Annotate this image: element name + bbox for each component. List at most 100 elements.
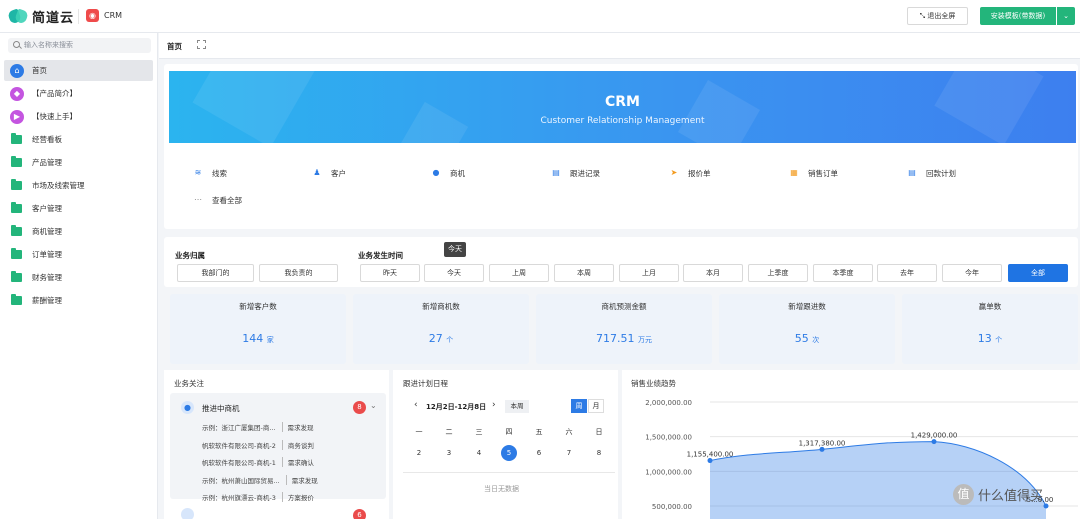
shrink-icon: ⤡: [919, 12, 926, 20]
quick-link-1[interactable]: ♟ 客户: [311, 167, 346, 179]
sidebar-item-7[interactable]: 商机管理: [4, 221, 153, 242]
time-filter-button-8[interactable]: 去年: [877, 264, 937, 282]
sidebar-item-label: 【产品简介】: [32, 89, 77, 98]
time-filter-button-7[interactable]: 本季度: [813, 264, 873, 282]
calendar-day[interactable]: 5: [501, 445, 517, 461]
app-name[interactable]: ◉ CRM: [86, 9, 122, 22]
quick-link-label: 客户: [331, 168, 346, 178]
focus-group-title[interactable]: 推进中商机: [202, 403, 240, 414]
sidebar-item-2[interactable]: ▶ 【快速上手】: [4, 106, 153, 127]
weekday-label: 一: [415, 428, 423, 436]
stat-card: 新增跟进数 55 次: [719, 294, 895, 364]
stat-value: 144 家: [242, 332, 274, 345]
weekday-label: 四: [505, 428, 513, 436]
sidebar-item-3[interactable]: 经营看板: [4, 129, 153, 150]
week-mode-button[interactable]: 周: [571, 399, 587, 413]
search-icon: [13, 41, 20, 48]
watermark-logo-icon: 值: [953, 484, 974, 505]
stat-value: 13 个: [977, 332, 1003, 345]
chevron-left-icon[interactable]: ‹: [414, 400, 418, 410]
quick-link-2[interactable]: ● 商机: [430, 167, 466, 179]
time-filter-button-1[interactable]: 今天: [424, 264, 484, 282]
ownership-button-1[interactable]: 我负责的: [259, 264, 338, 282]
sidebar-item-10[interactable]: 薪酬管理: [4, 290, 153, 311]
crm-app-icon: ◉: [86, 9, 99, 22]
stat-unit: 家: [266, 336, 274, 344]
divider: [403, 472, 615, 473]
logo[interactable]: 简道云: [7, 7, 74, 26]
time-filter-button-0[interactable]: 昨天: [360, 264, 420, 282]
data-label: 1,429,000.00: [911, 432, 958, 440]
exit-fullscreen-button[interactable]: ⤡ 退出全屏: [907, 7, 968, 25]
calendar-title: 跟进计划日程: [403, 379, 448, 388]
calendar-day[interactable]: 4: [471, 449, 487, 457]
install-template-button[interactable]: 安装模板(带数据): [980, 7, 1056, 25]
sidebar-item-6[interactable]: 客户管理: [4, 198, 153, 219]
time-filter-button-2[interactable]: 上周: [489, 264, 549, 282]
sidebar-item-label: 客户管理: [32, 204, 62, 213]
sidebar-item-4[interactable]: 产品管理: [4, 152, 153, 173]
list-item[interactable]: 帆软软件有限公司-商机-1 需求确认: [202, 457, 314, 467]
list-item[interactable]: 示例：杭州旗漂云-商机-3 方案报价: [202, 492, 314, 502]
quick-link-label: 销售订单: [808, 168, 838, 178]
sidebar-item-label: 财务管理: [32, 273, 62, 282]
chevron-down-icon[interactable]: ⌄: [1057, 7, 1075, 25]
folder-icon: [11, 294, 22, 305]
quick-link-label: 查看全部: [212, 195, 242, 205]
sidebar-item-9[interactable]: 财务管理: [4, 267, 153, 288]
chevron-right-icon[interactable]: ›: [492, 400, 496, 410]
list-item[interactable]: 示例：浙江广厦集团-商... 需求发现: [202, 422, 314, 432]
folder-icon: [11, 179, 22, 190]
list-item[interactable]: 示例：杭州萧山国际贸易... 需求发现: [202, 474, 318, 485]
data-label: 1,155,400.00: [687, 451, 734, 459]
folder-icon: [11, 225, 22, 236]
top-bar: 简道云 ◉ CRM ⤡ 退出全屏 安装模板(带数据) ⌄: [0, 0, 1080, 33]
this-week-button[interactable]: 本周: [505, 400, 529, 413]
time-filter-button-4[interactable]: 上月: [619, 264, 679, 282]
time-filter-button-5[interactable]: 本月: [683, 264, 743, 282]
tag-icon: ◆: [10, 86, 24, 101]
sidebar-item-label: 产品管理: [32, 158, 62, 167]
y-tick-label: 1,000,000.00: [645, 468, 692, 476]
time-filter-button-6[interactable]: 上季度: [748, 264, 808, 282]
quick-link-4[interactable]: ➤ 报价单: [668, 167, 711, 179]
sidebar-item-0[interactable]: ⌂ 首页: [4, 60, 153, 81]
calendar-day[interactable]: 3: [441, 449, 457, 457]
list-item-stage: 方案报价: [281, 492, 314, 502]
time-filter-button-9[interactable]: 今年: [942, 264, 1002, 282]
expand-icon[interactable]: [197, 40, 206, 49]
quick-link-label: 跟进记录: [570, 168, 600, 178]
time-filter-button-3[interactable]: 本周: [554, 264, 614, 282]
quick-link-7[interactable]: ⋯ 查看全部: [192, 194, 242, 206]
y-tick-label: 2,000,000.00: [645, 399, 692, 407]
quick-link-0[interactable]: ≋ 线索: [192, 167, 227, 179]
quick-link-6[interactable]: ▤ 回款计划: [906, 167, 956, 179]
empty-state: 当日无数据: [484, 485, 519, 493]
plan-icon: ▤: [908, 168, 916, 177]
folder-icon: [11, 156, 22, 167]
banner-subtitle: Customer Relationship Management: [540, 116, 705, 126]
chevron-down-icon[interactable]: ⌄: [370, 401, 377, 410]
sidebar-item-1[interactable]: ◆ 【产品简介】: [4, 83, 153, 104]
list-item-name: 示例：杭州萧山国际贸易...: [202, 476, 280, 485]
sidebar-item-5[interactable]: 市场及线索管理: [4, 175, 153, 196]
ownership-button-0[interactable]: 我部门的: [177, 264, 254, 282]
sidebar-item-8[interactable]: 订单管理: [4, 244, 153, 265]
tab-home[interactable]: 首页: [167, 41, 182, 52]
time-filter-button-10[interactable]: 全部: [1008, 264, 1068, 282]
quick-link-label: 回款计划: [926, 168, 956, 178]
search-input[interactable]: 输入名称来搜索: [8, 38, 151, 53]
stat-unit: 次: [812, 336, 820, 344]
stat-label: 新增客户数: [239, 302, 277, 311]
calendar-day[interactable]: 2: [411, 449, 427, 457]
list-item-name: 帆软软件有限公司-商机-1: [202, 459, 276, 467]
quick-link-5[interactable]: ▦ 销售订单: [788, 167, 838, 179]
count-badge-2: 6: [353, 509, 366, 519]
stat-card: 赢单数 13 个: [902, 294, 1078, 364]
list-item[interactable]: 帆软软件有限公司-商机-2 商务谈判: [202, 439, 314, 450]
calendar-day[interactable]: 7: [561, 449, 577, 457]
quick-link-3[interactable]: ▤ 跟进记录: [550, 167, 600, 179]
month-mode-button[interactable]: 月: [588, 399, 604, 413]
calendar-day[interactable]: 6: [531, 449, 547, 457]
calendar-day[interactable]: 8: [591, 449, 607, 457]
